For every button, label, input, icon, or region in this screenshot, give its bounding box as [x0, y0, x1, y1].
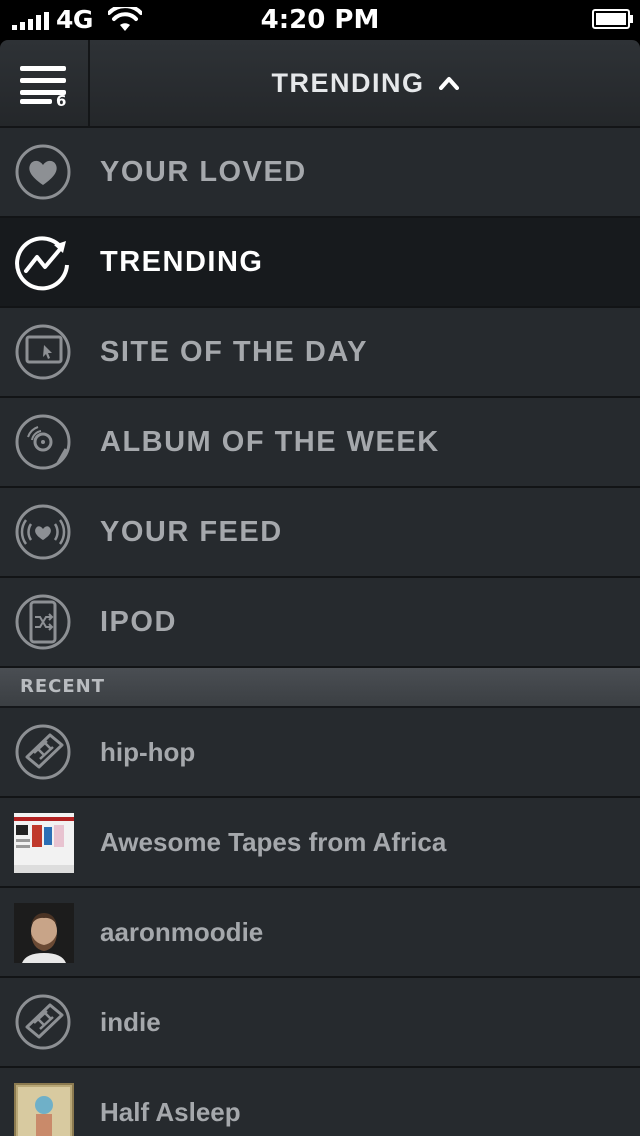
recent-item-label: Awesome Tapes from Africa: [100, 827, 447, 857]
recent-item-half-asleep[interactable]: Half Asleep: [0, 1068, 640, 1136]
chevron-up-icon: [438, 77, 459, 90]
nav-item-your-feed[interactable]: YOUR FEED: [0, 488, 640, 578]
vinyl-record-icon: [15, 414, 71, 470]
site-thumbnail: [14, 813, 74, 873]
nav-item-label: IPOD: [100, 606, 177, 638]
recent-item-awesome-tapes[interactable]: Awesome Tapes from Africa: [0, 798, 640, 888]
nav-item-site-of-the-day[interactable]: SITE OF THE DAY: [0, 308, 640, 398]
ipod-shuffle-icon: [15, 594, 71, 650]
clock: 4:20 PM: [260, 5, 380, 35]
recent-item-label: aaronmoodie: [100, 917, 264, 947]
nav-item-label: ALBUM OF THE WEEK: [100, 426, 440, 458]
menu-badge: 6: [56, 92, 67, 110]
nav-item-ipod[interactable]: IPOD: [0, 578, 640, 668]
page-title: TRENDING: [271, 67, 425, 98]
nav-item-label: YOUR LOVED: [100, 156, 307, 188]
user-avatar: [14, 903, 74, 963]
nav-item-label: TRENDING: [100, 246, 264, 278]
section-heading: RECENT: [20, 676, 106, 697]
battery-icon: [592, 9, 633, 29]
site-icon: [15, 324, 71, 380]
header-title-dropdown[interactable]: TRENDING: [90, 40, 640, 126]
recent-item-label: Half Asleep: [100, 1097, 241, 1127]
tag-icon: [15, 994, 71, 1050]
recent-item-aaronmoodie[interactable]: aaronmoodie: [0, 888, 640, 978]
nav-item-label: YOUR FEED: [100, 516, 283, 548]
nav-item-trending[interactable]: TRENDING: [0, 218, 640, 308]
broadcast-heart-icon: [15, 504, 71, 560]
heart-icon: [15, 144, 71, 200]
app-header: 6 TRENDING: [0, 40, 640, 128]
recent-item-label: hip-hop: [100, 737, 196, 767]
nav-item-your-loved[interactable]: YOUR LOVED: [0, 128, 640, 218]
recent-section-header: RECENT: [0, 668, 640, 708]
nav-item-label: SITE OF THE DAY: [100, 336, 368, 368]
tag-icon: [15, 724, 71, 780]
recent-item-indie[interactable]: indie: [0, 978, 640, 1068]
artist-thumbnail: [14, 1083, 74, 1136]
menu-button[interactable]: 6: [0, 40, 90, 126]
recent-item-label: indie: [100, 1007, 161, 1037]
trending-icon: [15, 236, 69, 291]
recent-item-hip-hop[interactable]: hip-hop: [0, 708, 640, 798]
nav-list: YOUR LOVED TRENDING SITE OF THE DAY ALBU…: [0, 128, 640, 668]
status-bar: 4G 4:20 PM: [0, 0, 640, 40]
recent-list: hip-hop Awesome Tapes from Africa aaronm…: [0, 708, 640, 1136]
nav-item-album-of-the-week[interactable]: ALBUM OF THE WEEK: [0, 398, 640, 488]
